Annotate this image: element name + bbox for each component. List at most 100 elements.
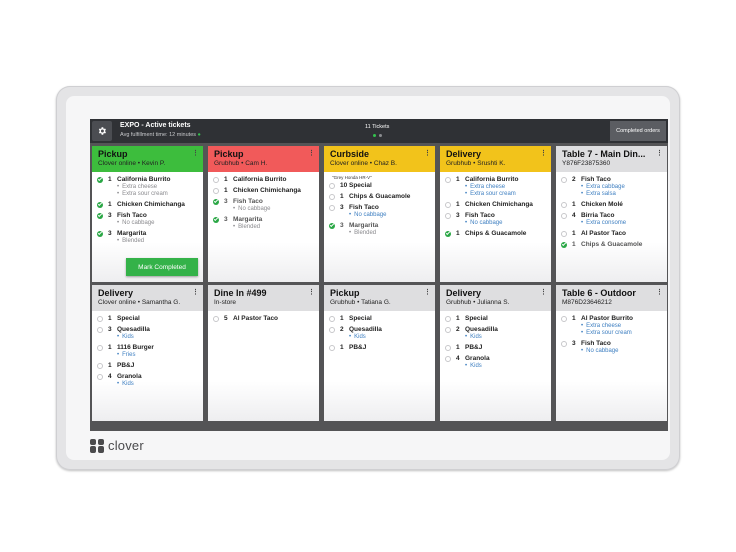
ticket-header[interactable]: Delivery Clover online • Samantha G. ⋮ [92,285,203,311]
order-item[interactable]: 1 Chips & Guacamole [328,193,431,200]
more-options-icon[interactable]: ⋮ [308,149,315,157]
page-indicator[interactable] [373,134,382,137]
more-options-icon[interactable]: ⋮ [424,149,431,157]
check-circle-icon[interactable] [97,230,103,237]
page-dot-active[interactable] [373,134,376,137]
order-item[interactable]: 3 Fish TacoNo cabbage [96,212,199,226]
empty-circle-icon[interactable] [561,201,567,208]
ticket-header[interactable]: Pickup Grubhub • Tatiana G. ⋮ [324,285,435,311]
empty-circle-icon[interactable] [445,355,451,362]
order-item[interactable]: 3 QuesadillaKids [96,326,199,340]
empty-circle-icon[interactable] [213,315,219,322]
check-circle-icon[interactable] [97,176,103,183]
order-item[interactable]: 1 California BurritoExtra cheeseExtra sou… [444,176,547,197]
ticket-card[interactable]: Delivery Grubhub • Julianna S. ⋮ 1 Special 2 Q… [440,285,551,421]
order-item[interactable]: 10 Special [328,182,431,189]
completed-orders-button[interactable]: Completed orders [610,121,666,141]
page-dot[interactable] [379,134,382,137]
empty-circle-icon[interactable] [561,315,567,322]
order-item[interactable]: 1 Chips & Guacamole [560,241,663,248]
order-item[interactable]: 1 California Burrito [212,176,315,183]
more-options-icon[interactable]: ⋮ [192,288,199,296]
check-circle-icon[interactable] [445,230,451,237]
ticket-header[interactable]: Dine In #499 In-store ⋮ [208,285,319,311]
ticket-card[interactable]: Pickup Grubhub • Cam H. ⋮ 1 California Burri… [208,146,319,282]
ticket-card[interactable]: Delivery Grubhub • Srushti K. ⋮ 1 California… [440,146,551,282]
order-item[interactable]: 1 Special [96,315,199,322]
order-item[interactable]: 3 MargaritaBlended [96,230,199,244]
order-item[interactable]: 1 California BurritoExtra cheeseExtra sou… [96,176,199,197]
order-item[interactable]: 2 QuesadillaKids [444,326,547,340]
order-item[interactable]: 3 Fish TacoNo cabbage [444,212,547,226]
more-options-icon[interactable]: ⋮ [308,288,315,296]
more-options-icon[interactable]: ⋮ [656,288,663,296]
order-item[interactable]: 1 Chicken Chimichanga [212,187,315,194]
order-item[interactable]: 1 Al Pastor Taco [560,230,663,237]
check-circle-icon[interactable] [97,201,103,208]
order-item[interactable]: 3 Fish TacoNo cabbage [212,198,315,212]
order-item[interactable]: 3 Fish TacoNo cabbage [560,340,663,354]
order-item[interactable]: 3 Fish TacoNo cabbage [328,204,431,218]
more-options-icon[interactable]: ⋮ [540,288,547,296]
empty-circle-icon[interactable] [561,230,567,237]
empty-circle-icon[interactable] [561,176,567,183]
empty-circle-icon[interactable] [329,326,335,333]
empty-circle-icon[interactable] [445,326,451,333]
empty-circle-icon[interactable] [213,176,219,183]
ticket-header[interactable]: Delivery Grubhub • Julianna S. ⋮ [440,285,551,311]
check-circle-icon[interactable] [329,222,335,229]
ticket-header[interactable]: Pickup Clover online • Kevin P. ⋮ [92,146,203,172]
order-item[interactable]: 1 Chicken Molé [560,201,663,208]
empty-circle-icon[interactable] [213,187,219,194]
check-circle-icon[interactable] [213,216,219,223]
empty-circle-icon[interactable] [329,344,335,351]
empty-circle-icon[interactable] [445,212,451,219]
empty-circle-icon[interactable] [97,362,103,369]
order-item[interactable]: 4 Birria TacoExtra consome [560,212,663,226]
check-circle-icon[interactable] [561,241,567,248]
ticket-card[interactable]: Dine In #499 In-store ⋮ 5 Al Pastor Taco [208,285,319,421]
order-item[interactable]: 2 Fish TacoExtra cabbageExtra salsa [560,176,663,197]
empty-circle-icon[interactable] [97,373,103,380]
ticket-header[interactable]: Table 7 - Main Din... Y876F23875360 ⋮ [556,146,667,172]
order-item[interactable]: 4 GranolaKids [96,373,199,387]
order-item[interactable]: 1 Special [328,315,431,322]
order-item[interactable]: 4 GranolaKids [444,355,547,369]
order-item[interactable]: 1 PB&J [444,344,547,351]
empty-circle-icon[interactable] [97,326,103,333]
empty-circle-icon[interactable] [329,182,335,189]
order-item[interactable]: 5 Al Pastor Taco [212,315,315,322]
empty-circle-icon[interactable] [561,212,567,219]
settings-button[interactable] [92,121,112,141]
ticket-card[interactable]: Table 6 - Outdoor M876D23646212 ⋮ 1 Al Pasto… [556,285,667,421]
more-options-icon[interactable]: ⋮ [540,149,547,157]
empty-circle-icon[interactable] [97,344,103,351]
check-circle-icon[interactable] [97,212,103,219]
order-item[interactable]: 1 PB&J [96,362,199,369]
order-item[interactable]: 1 Al Pastor BurritoExtra cheeseExtra sour… [560,315,663,336]
ticket-card[interactable]: Curbside Clover online • Chaz B. ⋮ "Grey Ho… [324,146,435,282]
empty-circle-icon[interactable] [445,176,451,183]
ticket-header[interactable]: Pickup Grubhub • Cam H. ⋮ [208,146,319,172]
order-item[interactable]: 3 MargaritaBlended [328,222,431,236]
ticket-card[interactable]: Table 7 - Main Din... Y876F23875360 ⋮ 2 Fish… [556,146,667,282]
ticket-header[interactable]: Table 6 - Outdoor M876D23646212 ⋮ [556,285,667,311]
ticket-card[interactable]: Pickup Clover online • Kevin P. ⋮ 1 Californ… [92,146,203,282]
order-item[interactable]: 1 Chicken Chimichanga [96,201,199,208]
more-options-icon[interactable]: ⋮ [192,149,199,157]
order-item[interactable]: 1 Special [444,315,547,322]
order-item[interactable]: 3 MargaritaBlended [212,216,315,230]
check-circle-icon[interactable] [213,198,219,205]
ticket-card[interactable]: Pickup Grubhub • Tatiana G. ⋮ 1 Special 2 Ques… [324,285,435,421]
empty-circle-icon[interactable] [445,201,451,208]
empty-circle-icon[interactable] [445,315,451,322]
ticket-header[interactable]: Delivery Grubhub • Srushti K. ⋮ [440,146,551,172]
more-options-icon[interactable]: ⋮ [656,149,663,157]
empty-circle-icon[interactable] [97,315,103,322]
empty-circle-icon[interactable] [329,315,335,322]
empty-circle-icon[interactable] [329,204,335,211]
ticket-card[interactable]: Delivery Clover online • Samantha G. ⋮ 1 Spe… [92,285,203,421]
more-options-icon[interactable]: ⋮ [424,288,431,296]
empty-circle-icon[interactable] [561,340,567,347]
order-item[interactable]: 1 Chips & Guacamole [444,230,547,237]
